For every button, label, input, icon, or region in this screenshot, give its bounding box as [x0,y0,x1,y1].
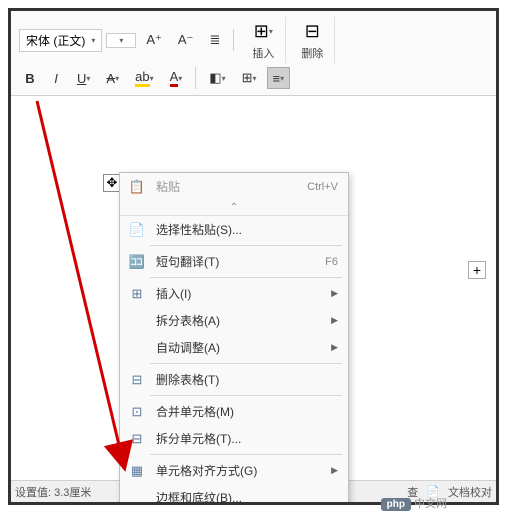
insert-group-label: 插入 [252,45,274,61]
chevron-down-icon: ▾ [150,74,154,83]
font-size-selector[interactable]: ▾ [106,33,136,48]
bold-icon: B [25,71,34,86]
paste-special-icon: 📄 [128,222,146,238]
delete-group[interactable]: ⊟ 删除 [290,17,335,63]
paste-icon: 📋 [128,179,146,195]
chevron-right-icon: ▶ [331,288,338,299]
translate-icon: 🈁 [128,254,146,270]
menu-item-delete-table[interactable]: ⊟ 删除表格(T) [120,366,348,393]
highlight-icon: ab [135,69,149,87]
bucket-icon: ◧ [209,70,221,86]
menu-divider [150,454,342,455]
add-column-button[interactable]: + [468,261,486,279]
plus-icon: + [473,262,481,278]
strike-icon: A [106,71,115,86]
font-name-value: 宋体 (正文) [26,32,85,49]
menu-item-split-cells[interactable]: ⊟ 拆分单元格(T)... [120,425,348,452]
menu-label: 自动调整(A) [156,339,321,356]
font-color-button[interactable]: A▾ [164,67,189,89]
watermark-text: 中文网 [414,498,447,510]
chevron-up-icon: ⌃ [230,202,238,213]
menu-item-merge-cells[interactable]: ⊡ 合并单元格(M) [120,398,348,425]
delete-table-icon: ⊟ [128,372,146,388]
menu-item-autofit[interactable]: 自动调整(A) ▶ [120,334,348,361]
indent-button[interactable]: ≣ [203,29,226,51]
watermark: php 中文网 [381,495,447,511]
chevron-down-icon: ▾ [86,74,90,83]
insert-group[interactable]: ⊞▾ 插入 [241,17,286,63]
chevron-down-icon: ▾ [252,74,256,83]
increase-font-button[interactable]: A⁺ [140,29,168,51]
menu-label: 选择性粘贴(S)... [156,221,338,238]
status-setting: 设置值: 3.3厘米 [15,484,91,500]
delete-table-icon: ⊟ [305,21,320,42]
menu-label: 插入(I) [156,285,321,302]
chevron-right-icon: ▶ [331,465,338,476]
align-icon: ≡ [273,71,281,86]
insert-table-icon: ⊞ [254,21,269,42]
menu-item-split-table[interactable]: 拆分表格(A) ▶ [120,307,348,334]
font-color-icon: A [170,69,179,87]
context-menu: 📋 粘贴 Ctrl+V ⌃ 📄 选择性粘贴(S)... 🈁 短句翻译(T) F6… [119,172,349,505]
menu-item-insert[interactable]: ⊞ 插入(I) ▶ [120,280,348,307]
menu-label: 合并单元格(M) [156,403,338,420]
borders-icon: ⊞ [242,70,253,86]
menu-item-borders-shading[interactable]: 边框和底纹(B)... [120,484,348,505]
decrease-font-icon: A⁻ [178,32,194,48]
menu-label: 边框和底纹(B)... [156,489,338,505]
menu-item-paste-special[interactable]: 📄 选择性粘贴(S)... [120,216,348,243]
menu-item-paste[interactable]: 📋 粘贴 Ctrl+V [120,173,348,200]
highlight-color-button[interactable]: ab▾ [129,67,159,89]
menu-divider [150,277,342,278]
menu-shortcut: F6 [325,256,338,268]
menu-label: 单元格对齐方式(G) [156,462,321,479]
delete-group-label: 删除 [301,45,323,61]
borders-button[interactable]: ⊞▾ [236,67,263,89]
menu-label: 拆分表格(A) [156,312,321,329]
menu-divider [150,395,342,396]
chevron-down-icon: ▾ [115,74,119,83]
merge-cells-icon: ⊡ [128,404,146,420]
chevron-right-icon: ▶ [331,315,338,326]
strikethrough-button[interactable]: A▾ [100,67,125,89]
menu-collapse-toggle[interactable]: ⌃ [120,200,348,216]
chevron-down-icon: ▾ [91,36,95,45]
chevron-down-icon: ▾ [222,74,226,83]
php-badge: php [381,498,411,511]
menu-label: 短句翻译(T) [156,253,315,270]
menu-divider [150,245,342,246]
underline-icon: U [77,71,86,86]
align-icon: ▦ [128,463,146,479]
menu-item-cell-alignment[interactable]: ▦ 单元格对齐方式(G) ▶ [120,457,348,484]
bold-button[interactable]: B [19,67,41,89]
split-cells-icon: ⊟ [128,431,146,447]
italic-button[interactable]: I [45,67,67,89]
move-icon: ✥ [107,175,118,191]
font-name-selector[interactable]: 宋体 (正文) ▾ [19,29,102,52]
menu-label: 拆分单元格(T)... [156,430,338,447]
fill-color-button[interactable]: ◧▾ [203,67,231,89]
chevron-down-icon: ▾ [269,27,273,36]
decrease-font-button[interactable]: A⁻ [172,29,200,51]
chevron-right-icon: ▶ [331,342,338,353]
increase-font-icon: A⁺ [146,32,162,48]
alignment-button[interactable]: ≡▾ [267,67,291,89]
italic-icon: I [54,71,58,86]
menu-label: 粘贴 [156,178,297,195]
status-proofing[interactable]: 文档校对 [448,484,492,500]
menu-label: 删除表格(T) [156,371,338,388]
indent-icon: ≣ [209,32,220,48]
menu-item-translate[interactable]: 🈁 短句翻译(T) F6 [120,248,348,275]
chevron-down-icon: ▾ [119,36,123,45]
underline-button[interactable]: U▾ [71,67,96,89]
chevron-down-icon: ▾ [178,74,182,83]
menu-divider [150,363,342,364]
table-icon: ⊞ [128,286,146,302]
chevron-down-icon: ▾ [280,74,284,83]
menu-shortcut: Ctrl+V [307,181,338,193]
